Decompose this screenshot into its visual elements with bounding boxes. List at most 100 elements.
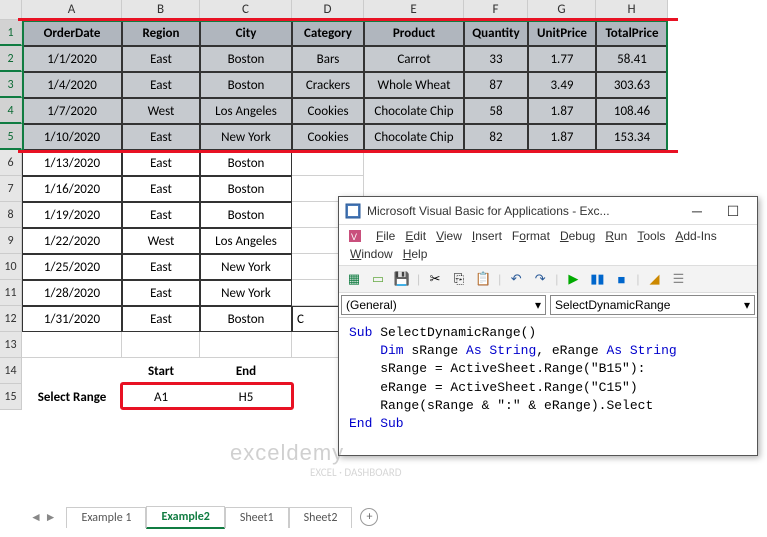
menu-run[interactable]: Run (602, 228, 630, 244)
cell[interactable]: East (122, 150, 200, 176)
cell[interactable]: Cookies (292, 124, 364, 150)
cell[interactable]: Boston (200, 72, 292, 98)
col-header-A[interactable]: A (22, 0, 122, 20)
cut-icon[interactable]: ✂ (426, 270, 444, 288)
cell[interactable]: East (122, 202, 200, 228)
cell[interactable]: 153.34 (596, 124, 668, 150)
cell[interactable]: West (122, 98, 200, 124)
cell-start-header[interactable]: Start (122, 358, 200, 384)
cell[interactable]: City (200, 20, 292, 46)
add-sheet-button[interactable]: + (360, 508, 378, 526)
minimize-button[interactable]: ─ (679, 199, 715, 223)
cell[interactable]: TotalPrice (596, 20, 668, 46)
project-icon[interactable]: ☰ (670, 270, 688, 288)
cell[interactable]: 303.63 (596, 72, 668, 98)
row-header-4[interactable]: 4 (0, 98, 22, 124)
pause-icon[interactable]: ▮▮ (588, 270, 606, 288)
tab-example2[interactable]: Example2 (146, 506, 224, 529)
cell[interactable]: Cookies (292, 98, 364, 124)
cell-select-range-label[interactable]: Select Range (22, 384, 122, 410)
cell[interactable]: 108.46 (596, 98, 668, 124)
cell-end-header[interactable]: End (200, 358, 292, 384)
cell[interactable]: UnitPrice (528, 20, 596, 46)
save-icon[interactable]: 💾 (393, 270, 411, 288)
row-header-5[interactable]: 5 (0, 124, 22, 150)
row-header-2[interactable]: 2 (0, 46, 22, 72)
cell[interactable] (122, 332, 200, 358)
row-header-9[interactable]: 9 (0, 228, 22, 254)
cell[interactable] (292, 150, 364, 176)
cell[interactable]: Boston (200, 202, 292, 228)
code-editor[interactable]: Sub SelectDynamicRange() Dim sRange As S… (339, 318, 757, 439)
cell[interactable]: Chocolate Chip (364, 98, 464, 124)
cell[interactable] (22, 358, 122, 384)
menu-tools[interactable]: Tools (634, 228, 668, 244)
cell-start-value[interactable]: A1 (122, 384, 200, 410)
cell[interactable]: East (122, 176, 200, 202)
paste-icon[interactable]: 📋 (474, 270, 492, 288)
cell[interactable]: Carrot (364, 46, 464, 72)
cell[interactable]: Boston (200, 176, 292, 202)
cell[interactable]: Category (292, 20, 364, 46)
col-header-E[interactable]: E (364, 0, 464, 20)
maximize-button[interactable]: ☐ (715, 199, 751, 223)
cell[interactable]: Boston (200, 150, 292, 176)
cell[interactable]: New York (200, 124, 292, 150)
cell[interactable]: 1/31/2020 (22, 306, 122, 332)
cell[interactable]: 33 (464, 46, 528, 72)
row-header-11[interactable]: 11 (0, 280, 22, 306)
tab-sheet1[interactable]: Sheet1 (225, 507, 289, 528)
menu-help[interactable]: Help (400, 246, 431, 262)
cell[interactable]: East (122, 46, 200, 72)
undo-icon[interactable]: ↶ (507, 270, 525, 288)
cell[interactable]: 82 (464, 124, 528, 150)
cell-end-value[interactable]: H5 (200, 384, 292, 410)
copy-icon[interactable]: ⎘ (450, 270, 468, 288)
cell[interactable]: 1.87 (528, 124, 596, 150)
col-header-H[interactable]: H (596, 0, 668, 20)
row-header-8[interactable]: 8 (0, 202, 22, 228)
col-header-G[interactable]: G (528, 0, 596, 20)
cell[interactable]: East (122, 306, 200, 332)
cell[interactable]: 58 (464, 98, 528, 124)
cell[interactable] (200, 332, 292, 358)
cell[interactable]: 1/19/2020 (22, 202, 122, 228)
redo-icon[interactable]: ↷ (531, 270, 549, 288)
object-dropdown[interactable]: (General) ▾ (341, 295, 546, 315)
menu-view[interactable]: View (433, 228, 465, 244)
tab-sheet2[interactable]: Sheet2 (289, 507, 353, 528)
row-header-6[interactable]: 6 (0, 150, 22, 176)
menu-debug[interactable]: Debug (557, 228, 598, 244)
tab-nav-arrows[interactable]: ◄ ► (30, 510, 56, 525)
menu-addins[interactable]: Add-Ins (672, 228, 719, 244)
excel-icon[interactable]: ▦ (345, 270, 363, 288)
cell[interactable]: 1/25/2020 (22, 254, 122, 280)
menu-window[interactable]: Window (347, 246, 396, 262)
cell[interactable]: West (122, 228, 200, 254)
cell[interactable]: 87 (464, 72, 528, 98)
row-header-12[interactable]: 12 (0, 306, 22, 332)
form-icon[interactable]: ▭ (369, 270, 387, 288)
procedure-dropdown[interactable]: SelectDynamicRange ▾ (550, 295, 755, 315)
cell[interactable]: 1.77 (528, 46, 596, 72)
row-header-7[interactable]: 7 (0, 176, 22, 202)
cell[interactable]: Quantity (464, 20, 528, 46)
row-header-1[interactable]: 1 (0, 20, 22, 46)
col-header-D[interactable]: D (292, 0, 364, 20)
cell[interactable]: Boston (200, 306, 292, 332)
cell[interactable]: 1/22/2020 (22, 228, 122, 254)
row-header-15[interactable]: 15 (0, 384, 22, 410)
row-header-14[interactable]: 14 (0, 358, 22, 384)
cell[interactable]: Product (364, 20, 464, 46)
menu-format[interactable]: Format (509, 228, 553, 244)
cell[interactable]: 58.41 (596, 46, 668, 72)
cell[interactable]: East (122, 280, 200, 306)
run-icon[interactable]: ▶ (564, 270, 582, 288)
menu-edit[interactable]: Edit (402, 228, 429, 244)
cell[interactable]: 1.87 (528, 98, 596, 124)
stop-icon[interactable]: ■ (612, 270, 630, 288)
tab-example1[interactable]: Example 1 (66, 507, 146, 528)
cell[interactable]: 1/7/2020 (22, 98, 122, 124)
cell[interactable]: 1/10/2020 (22, 124, 122, 150)
cell[interactable]: OrderDate (22, 20, 122, 46)
